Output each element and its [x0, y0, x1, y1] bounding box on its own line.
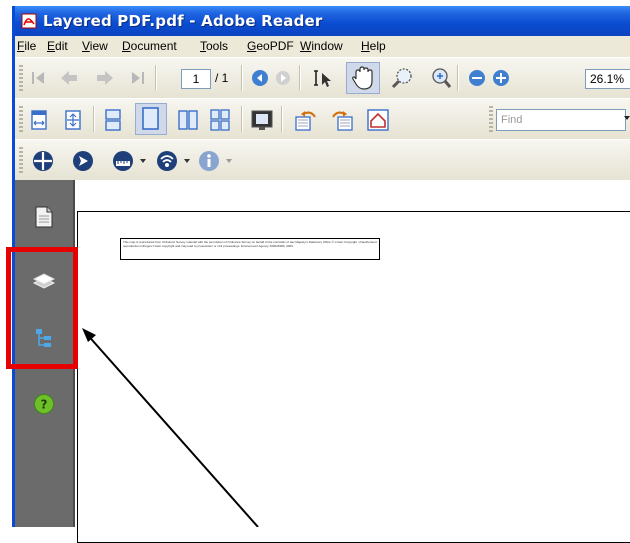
annotation-arrow: [82, 328, 259, 527]
